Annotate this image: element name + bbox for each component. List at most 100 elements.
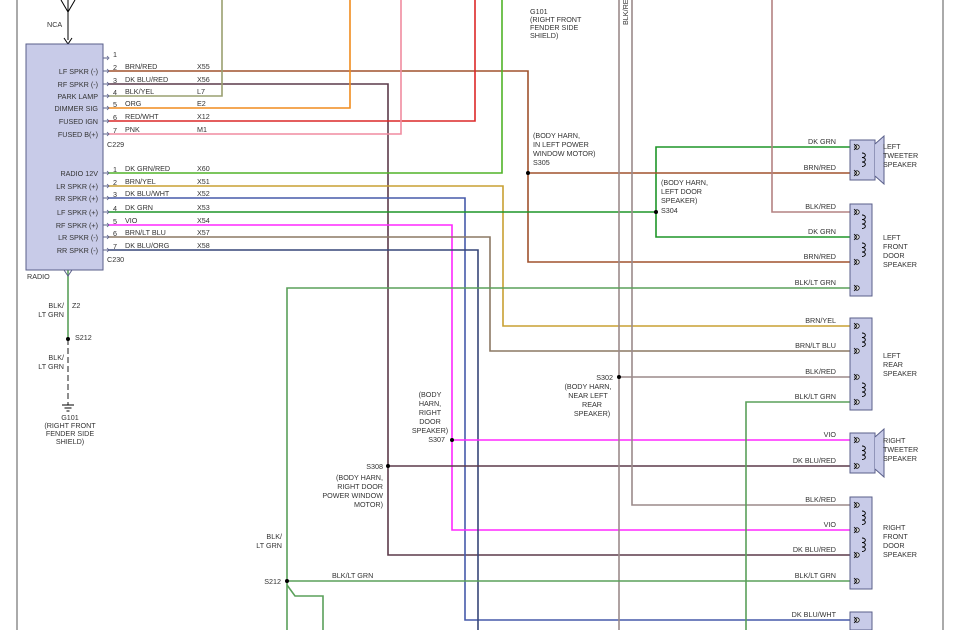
speaker-wire-label: BLK/RED [805,495,836,504]
speaker-wire-label: BLK/RED [805,202,836,211]
c230-pin-list: 1 RADIO 12V DK GRN/RED X60 2 LR SPKR (+) BRN/Y… [55,164,210,255]
pin-number: 2 [113,178,117,187]
svg-text:POWER WINDOW: POWER WINDOW [322,491,383,500]
pin-circuit: L7 [197,87,205,96]
svg-text:S307: S307 [428,435,445,444]
speaker-name: TWEETER [883,151,918,160]
pin-number: 4 [113,88,117,97]
blk-re-vertical-label: BLK/RE [621,0,630,25]
speaker-name: SPEAKER [883,550,917,559]
pin-circuit: X55 [197,62,210,71]
pin-function: RR SPKR (-) [57,246,98,255]
svg-text:RIGHT: RIGHT [419,408,442,417]
svg-text:S302: S302 [596,373,613,382]
pin-wire-color: ORG [125,99,142,108]
pin-number: 3 [113,76,117,85]
speaker-group: DK GRNBRN/REDLEFTTWEETERSPEAKERBLK/REDDK… [332,134,918,630]
speaker-name: FRONT [883,242,908,251]
pin-number: 6 [113,229,117,238]
pin-function: LR SPKR (-) [58,233,98,242]
speaker-wire-label: DK GRN [808,227,836,236]
svg-text:(BODY HARN,: (BODY HARN, [336,473,383,482]
svg-text:NEAR LEFT: NEAR LEFT [568,391,608,400]
speaker-body [849,496,873,590]
speaker-body [849,432,876,474]
speaker-name: LEFT [883,142,901,151]
wire-brn-lt-blu-x57 [108,236,857,352]
pin-circuit: X53 [197,203,210,212]
pin-circuit: X51 [197,177,210,186]
connector-c229: C229 [107,140,124,149]
svg-text:DOOR: DOOR [419,417,441,426]
pin-circuit: X58 [197,241,210,250]
svg-text:BLK/: BLK/ [48,301,64,310]
pin-function: LF SPKR (-) [59,67,98,76]
svg-text:SPEAKER): SPEAKER) [412,426,448,435]
wire-blk-lt-grn-s212-down [286,584,324,630]
speaker-wire-label: BRN/LT BLU [795,341,836,350]
pin-circuit: M1 [197,125,207,134]
speaker-wire-label: BRN/RED [804,163,836,172]
speaker-name: TWEETER [883,445,918,454]
wire-dk-blu-org-x58 [108,249,479,630]
speaker-name: SPEAKER [883,369,917,378]
wire-brn-yel-x51 [108,185,857,327]
pin-number: 5 [113,100,117,109]
speaker-wire-label: BLK/LT GRN [795,278,836,287]
speaker-name: SPEAKER [883,260,917,269]
svg-text:BLK/: BLK/ [48,353,64,362]
svg-text:Z2: Z2 [72,301,80,310]
svg-text:MOTOR): MOTOR) [354,500,383,509]
pin-number: 4 [113,204,117,213]
svg-text:LEFT DOOR: LEFT DOOR [661,187,702,196]
speaker-body [849,317,873,411]
pin-number: 1 [113,50,117,59]
speaker-wire-label: DK BLU/RED [793,456,836,465]
pin-wire-color: PNK [125,125,140,134]
speaker-wire-label: BRN/YEL [805,316,836,325]
pin-circuit: X56 [197,75,210,84]
pin-wire-color: BRN/LT BLU [125,228,166,237]
splice-s302: S302 (BODY HARN, NEAR LEFT REAR SPEAKER) [565,373,621,418]
pin-wire-color: DK BLU/ORG [125,241,170,250]
pin-circuit: X60 [197,164,210,173]
svg-text:HARN,: HARN, [419,399,441,408]
pin-function: LR SPKR (+) [56,182,98,191]
speaker-name: LEFT [883,233,901,242]
pin-function: RR SPKR (+) [55,194,98,203]
pin-circuit: X12 [197,112,210,121]
speaker-name: REAR [883,360,903,369]
speaker-name: SPEAKER [883,454,917,463]
pin-wire-color: BLK/YEL [125,87,154,96]
svg-text:REAR: REAR [582,400,602,409]
speaker-name: FRONT [883,532,908,541]
svg-text:WINDOW MOTOR): WINDOW MOTOR) [533,149,596,158]
svg-text:SPEAKER): SPEAKER) [574,409,610,418]
speaker-name: RIGHT [883,523,906,532]
svg-text:LT GRN: LT GRN [256,541,282,550]
speaker-wire-label: DK BLU/WHT [792,610,837,619]
radio-pin-row: 1 [103,50,117,61]
pin-circuit: E2 [197,99,206,108]
pin-function: RF SPKR (+) [56,221,98,230]
svg-text:SHIELD): SHIELD) [56,437,84,446]
wire-dk-grn-red-x60 [108,0,503,174]
pin-wire-color: DK GRN/RED [125,164,170,173]
wire-red-wht-x12 [108,0,476,122]
pin-circuit: X57 [197,228,210,237]
pin-function: DIMMER SIG [54,104,98,113]
wire-dk-blu-red-x56 [108,83,857,556]
pin-number: 7 [113,126,117,135]
speaker-body [849,203,873,297]
ground-icon [62,404,74,412]
pin-function: FUSED B(+) [58,130,98,139]
speaker-wire-label: BLK/LT GRN [795,392,836,401]
svg-text:RIGHT DOOR: RIGHT DOOR [337,482,383,491]
antenna-icon [60,0,76,45]
connector-c230-label: C230 [107,255,124,264]
speaker-body [849,611,873,630]
speaker-name: SPEAKER [883,160,917,169]
wiring-diagram: NCA G101 (RIGHT FRONT FENDER SIDE SHIELD… [16,0,944,630]
pin-function: FUSED IGN [59,117,98,126]
pin-wire-color: VIO [125,216,138,225]
